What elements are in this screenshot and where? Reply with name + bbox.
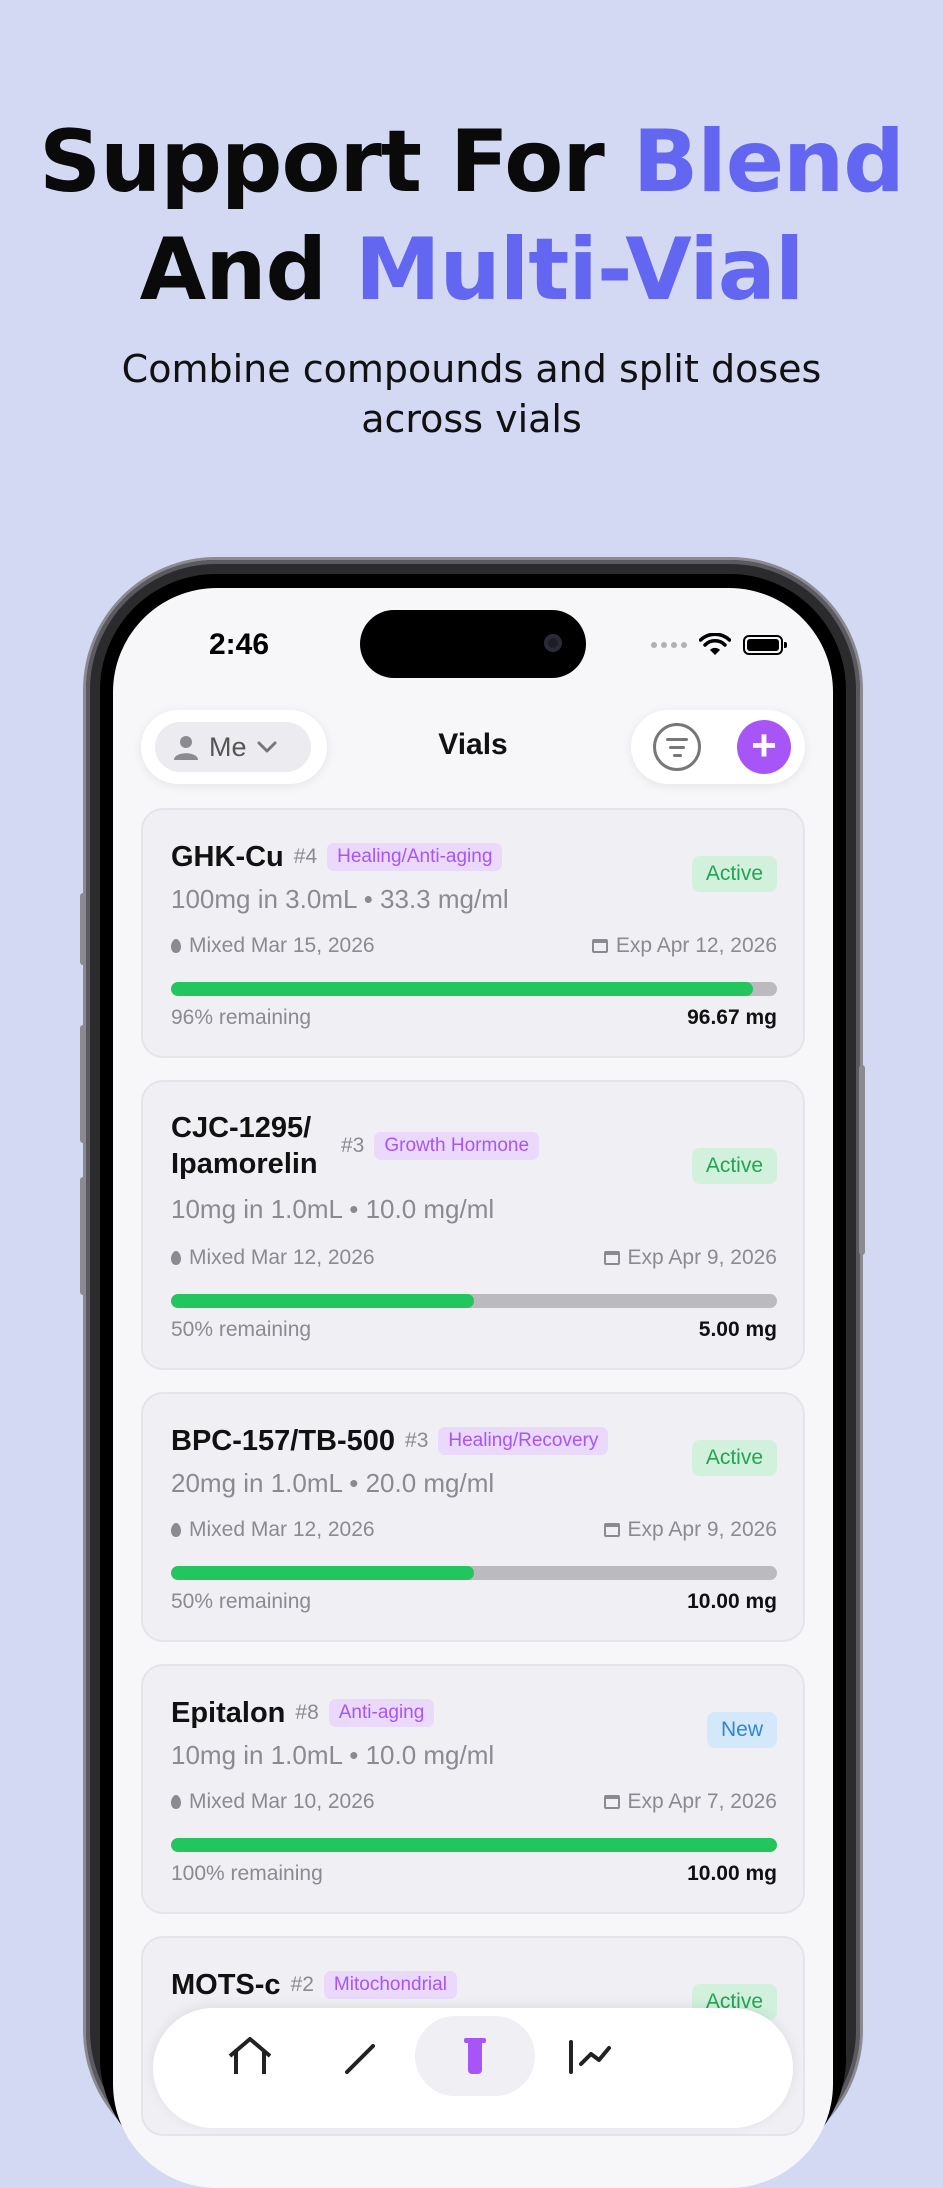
camera-icon: [544, 634, 562, 652]
drop-icon: [171, 1795, 181, 1809]
status-badge: Active: [691, 1148, 777, 1184]
phone-power-button: [859, 1065, 865, 1255]
vial-card[interactable]: CJC-1295/ Ipamorelin #3 Growth Hormone A…: [141, 1080, 805, 1370]
hero-subtitle: Combine compounds and split doses across…: [121, 347, 822, 441]
remaining-progress: [171, 982, 777, 996]
expiry-date: Exp Apr 12, 2026: [615, 934, 777, 957]
calendar-icon: [603, 1251, 620, 1265]
category-badge: Healing/Anti-aging: [327, 843, 503, 871]
vial-card[interactable]: GHK-Cu #4 Healing/Anti-aging Active 100m…: [141, 808, 805, 1058]
remaining-amount: 10.00 mg: [687, 1862, 777, 1885]
category-badge: Mitochondrial: [323, 1971, 457, 1999]
remaining-percent: 50% remaining: [171, 1590, 312, 1613]
remaining-amount: 5.00 mg: [698, 1318, 777, 1341]
vial-name: GHK-Cu: [171, 841, 284, 873]
vial-name: MOTS-c: [171, 1969, 281, 2001]
remaining-amount: 96.67 mg: [687, 1006, 777, 1029]
vial-number: #4: [293, 845, 318, 868]
vial-concentration: 10mg in 1.0mL • 10.0 mg/ml: [171, 1194, 495, 1224]
vial-name: BPC-157/TB-500: [171, 1425, 396, 1457]
remaining-progress: [171, 1294, 777, 1308]
phone-volume-down-button: [80, 1177, 86, 1295]
vial-name: Epitalon: [171, 1697, 286, 1729]
filter-button[interactable]: [653, 723, 701, 771]
drop-icon: [171, 939, 181, 953]
expiry-date: Exp Apr 9, 2026: [627, 1246, 777, 1269]
calendar-icon: [591, 939, 608, 953]
mixed-date: Mixed Mar 12, 2026: [189, 1246, 375, 1269]
expiry-date: Exp Apr 7, 2026: [627, 1790, 777, 1813]
expiry-date: Exp Apr 9, 2026: [627, 1518, 777, 1541]
phone-volume-up-button: [80, 1025, 86, 1143]
status-badge: Active: [691, 1440, 777, 1476]
vial-concentration: 10mg in 1.0mL • 10.0 mg/ml: [171, 1740, 495, 1770]
headline-line-1: Support For Blend: [39, 112, 905, 212]
mixed-date: Mixed Mar 15, 2026: [189, 934, 375, 957]
vial-concentration: 20mg in 1.0mL • 20.0 mg/ml: [171, 1468, 495, 1498]
battery-icon: [743, 635, 787, 655]
vial-number: #2: [290, 1973, 314, 1996]
wifi-icon: [699, 633, 731, 655]
vial-card[interactable]: BPC-157/TB-500 #3 Healing/Recovery Activ…: [141, 1392, 805, 1642]
status-time: 2:46: [209, 628, 270, 661]
tab-bar: [153, 2008, 793, 2128]
calendar-icon: [603, 1795, 620, 1809]
phone-display: 2:46 Me Vials + GHK-Cu #4 Healing/Anti-a…: [113, 588, 833, 2188]
vial-number: #3: [405, 1429, 429, 1452]
vial-number: #8: [295, 1701, 319, 1724]
remaining-amount: 10.00 mg: [687, 1590, 777, 1613]
dynamic-island: [360, 610, 586, 678]
remaining-percent: 50% remaining: [171, 1318, 312, 1341]
remaining-progress: [171, 1838, 777, 1852]
remaining-percent: 100% remaining: [171, 1862, 323, 1885]
calendar-icon: [603, 1523, 620, 1537]
filter-icon: [666, 737, 688, 741]
status-badge: Active: [691, 856, 777, 892]
hero-headline: Support For Blend And Multi-Vial: [0, 108, 943, 324]
vial-icon[interactable]: [450, 2034, 500, 2074]
vial-number: #3: [341, 1134, 365, 1157]
status-icons: [651, 632, 787, 658]
headline-line-2: And Multi-Vial: [139, 220, 805, 320]
status-badge: New: [706, 1712, 777, 1748]
chart-icon[interactable]: [565, 2034, 615, 2074]
headline-accent-blend: Blend: [632, 112, 905, 212]
remaining-progress: [171, 1566, 777, 1580]
nav-actions: +: [631, 710, 805, 784]
mixed-date: Mixed Mar 10, 2026: [189, 1790, 375, 1813]
category-badge: Growth Hormone: [374, 1132, 540, 1160]
category-badge: Anti-aging: [328, 1699, 435, 1727]
signal-dots-icon: [651, 642, 687, 648]
vial-name: CJC-1295/ Ipamorelin: [171, 1112, 318, 1180]
phone-action-button: [80, 893, 86, 965]
vial-list: GHK-Cu #4 Healing/Anti-aging Active 100m…: [141, 808, 805, 2158]
vial-concentration: 100mg in 3.0mL • 33.3 mg/ml: [171, 884, 509, 914]
category-badge: Healing/Recovery: [438, 1427, 609, 1455]
nav-bar: Me Vials +: [113, 698, 833, 808]
edit-icon[interactable]: [335, 2034, 385, 2074]
mixed-date: Mixed Mar 12, 2026: [189, 1518, 375, 1541]
home-icon[interactable]: [225, 2034, 275, 2074]
add-vial-button[interactable]: +: [737, 720, 791, 774]
vial-card[interactable]: Epitalon #8 Anti-aging New 10mg in 1.0mL…: [141, 1664, 805, 1914]
drop-icon: [171, 1523, 181, 1537]
drop-icon: [171, 1251, 181, 1265]
headline-accent-multi-vial: Multi-Vial: [354, 220, 804, 320]
remaining-percent: 96% remaining: [171, 1006, 312, 1029]
